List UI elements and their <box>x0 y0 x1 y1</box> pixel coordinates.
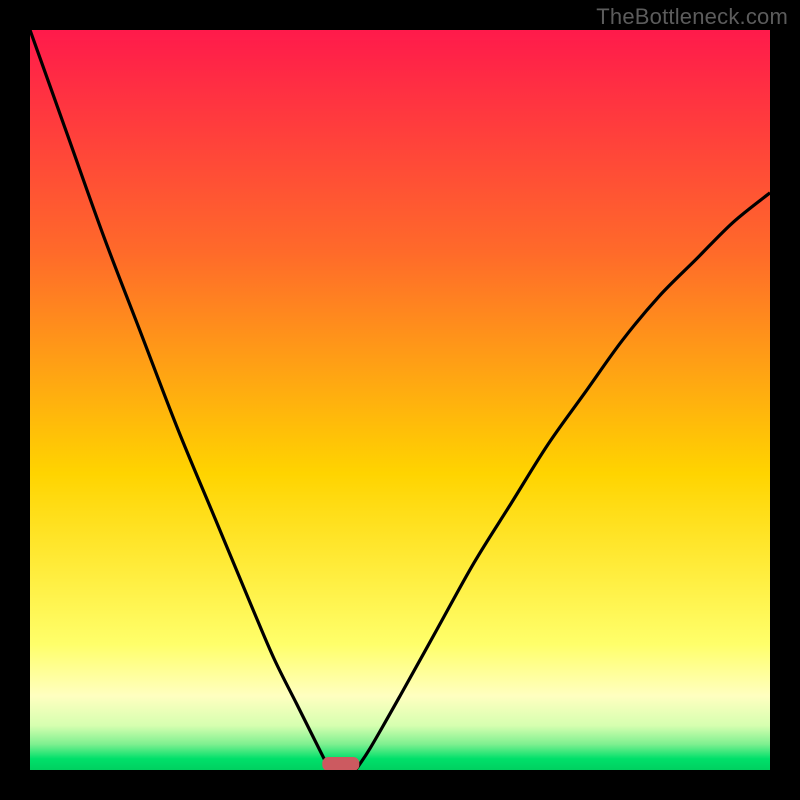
plot-area <box>30 30 770 770</box>
bottleneck-chart <box>30 30 770 770</box>
gradient-background <box>30 30 770 770</box>
watermark-text: TheBottleneck.com <box>596 4 788 30</box>
minimum-marker <box>322 757 359 770</box>
chart-frame: TheBottleneck.com <box>0 0 800 800</box>
